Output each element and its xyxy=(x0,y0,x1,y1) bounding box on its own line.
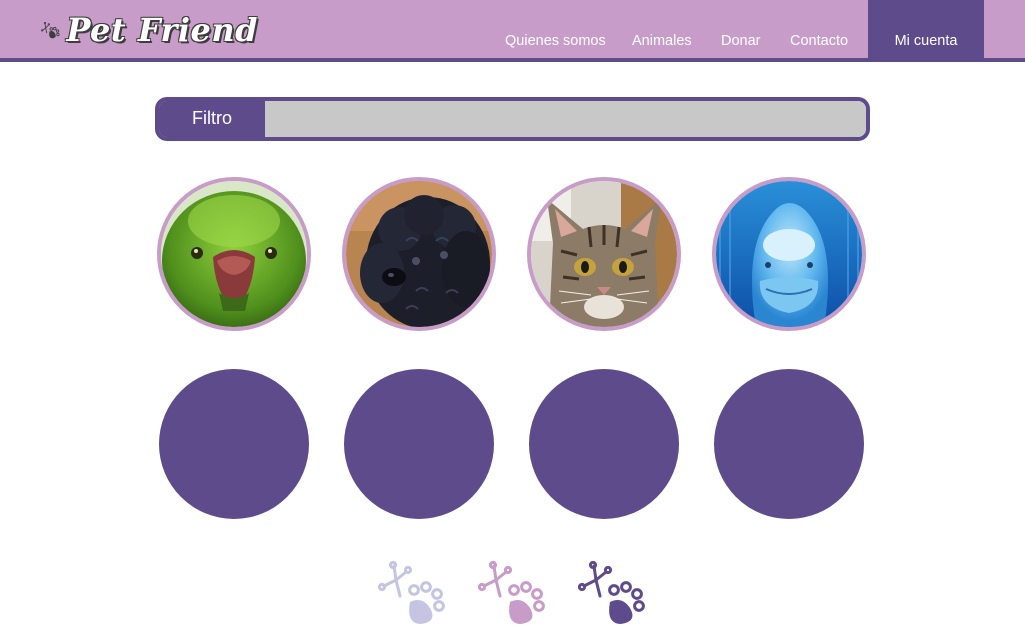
paw-icon[interactable] xyxy=(474,560,550,626)
paw-logo-icon xyxy=(41,21,60,39)
nav-item-animales[interactable]: Animales xyxy=(632,33,692,49)
animal-card-dolphin[interactable] xyxy=(712,177,866,331)
animal-placeholder[interactable] xyxy=(159,369,309,519)
animal-placeholder[interactable] xyxy=(344,369,494,519)
filter-input[interactable] xyxy=(265,101,866,137)
nav-item-contacto[interactable]: Contacto xyxy=(790,33,848,49)
nav-item-donar[interactable]: Donar xyxy=(721,33,761,49)
animal-card-dog[interactable] xyxy=(342,177,496,331)
animal-placeholder[interactable] xyxy=(714,369,864,519)
filter-bar: Filtro xyxy=(155,97,870,141)
parrot-image xyxy=(161,181,307,327)
paw-icon-active[interactable] xyxy=(574,560,650,626)
animal-card-parrot[interactable] xyxy=(157,177,311,331)
dog-image xyxy=(346,181,492,327)
animal-placeholder[interactable] xyxy=(529,369,679,519)
nav-item-quienes-somos[interactable]: Quienes somos xyxy=(505,33,606,49)
brand-logo[interactable]: Pet Friend xyxy=(38,4,258,56)
cat-image xyxy=(531,181,677,327)
dolphin-image xyxy=(716,181,862,327)
filter-label: Filtro xyxy=(159,101,265,137)
brand-name: Pet Friend xyxy=(66,11,258,49)
account-button[interactable]: Mi cuenta xyxy=(868,0,984,62)
animal-card-cat[interactable] xyxy=(527,177,681,331)
paw-icon[interactable] xyxy=(374,560,450,626)
